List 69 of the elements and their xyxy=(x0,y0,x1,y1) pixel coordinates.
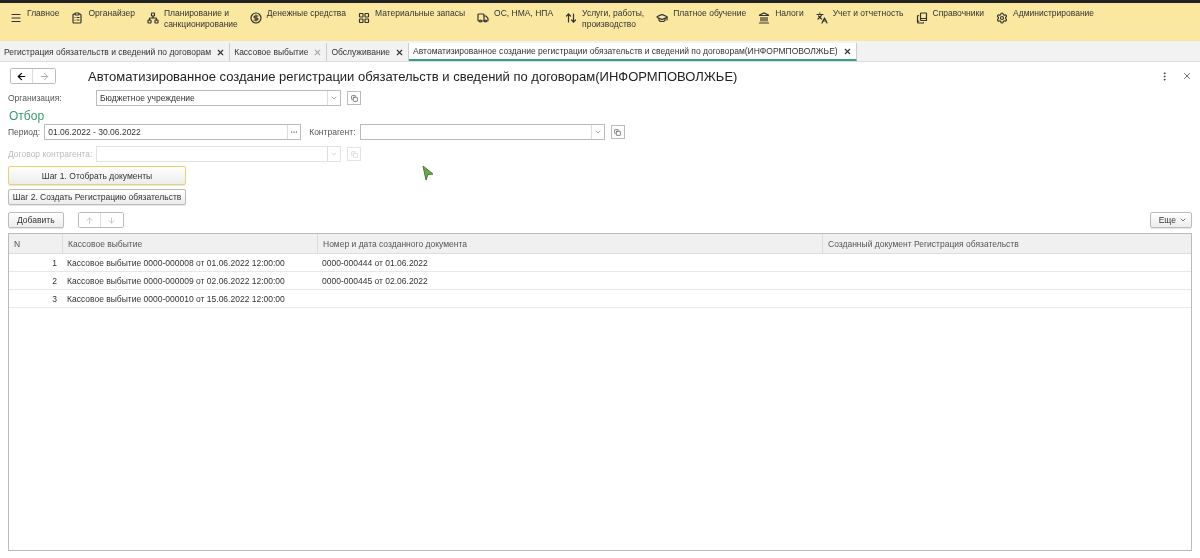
menu-item[interactable]: Планирование и санкционирование xyxy=(146,8,250,30)
section-heading: Отбор xyxy=(9,109,46,123)
column-header: Кассовое выбытие xyxy=(62,234,317,254)
graduation-cap-icon xyxy=(656,12,669,24)
field-label: Организация: xyxy=(8,93,63,103)
field-label: Договор контрагента: xyxy=(8,149,92,159)
table-cell: 0000-000444 от 01.06.2022 xyxy=(317,254,822,272)
back-button[interactable] xyxy=(11,69,33,83)
books-icon xyxy=(915,12,928,24)
caret-icon xyxy=(1179,216,1187,224)
column-header: N xyxy=(9,234,62,254)
building-icon xyxy=(758,12,771,24)
menu-item[interactable]: Платное обучение xyxy=(656,8,759,24)
open-button[interactable] xyxy=(347,91,361,105)
clipboard-icon xyxy=(71,12,84,24)
arrow-left-icon xyxy=(16,70,27,82)
table-cell: 0000-000445 от 02.06.2022 xyxy=(317,272,822,290)
menu-item[interactable]: Услуги, работы, производство xyxy=(565,8,657,30)
cursor-icon xyxy=(422,165,434,181)
field-label: Контрагент: xyxy=(309,127,356,137)
table-cell: 2 xyxy=(9,272,62,290)
period-field[interactable]: 01.06.2022 - 30.06.2022 xyxy=(44,124,302,140)
copy-icon xyxy=(614,128,621,136)
step-two-button[interactable]: Шаг 2. Создать Регистрацию обязательств xyxy=(8,189,186,205)
close-icon[interactable] xyxy=(216,47,226,57)
dropdown-icon[interactable] xyxy=(593,128,602,136)
table-cell: Кассовое выбытие 0000-000008 от 01.06.2022 12:00:00 xyxy=(62,254,317,272)
open-button[interactable] xyxy=(610,125,625,139)
arrows-icon xyxy=(565,12,578,24)
menu-item[interactable]: Материальные запасы xyxy=(358,8,478,24)
menu-item[interactable]: Главное xyxy=(10,8,72,24)
more-button[interactable]: Еще xyxy=(1149,212,1192,228)
close-icon[interactable] xyxy=(395,47,405,57)
menu-item[interactable]: Администрирование xyxy=(996,8,1107,24)
organization-field[interactable]: Бюджетное учреждение xyxy=(96,90,341,106)
ellipsis-icon[interactable] xyxy=(290,128,299,136)
menu-icon xyxy=(10,12,22,24)
copy-icon xyxy=(350,94,358,102)
menu-item[interactable]: Денежные средства xyxy=(249,8,358,24)
field-label: Период: xyxy=(8,127,41,137)
arrow-right-icon xyxy=(38,70,50,82)
table-cell: 1 xyxy=(9,254,62,272)
step-one-button[interactable]: Шаг 1. Отобрать документы xyxy=(8,166,186,185)
translate-icon xyxy=(815,12,828,24)
dropdown-icon[interactable] xyxy=(330,94,338,102)
network-icon xyxy=(146,12,159,24)
form-title: Автоматизированное создание регистрации обязательств и сведений по договорам(ИНФОРМПОВОЛЖЬЕ) xyxy=(88,68,739,84)
column-header: Созданный документ Регистрация обязательств xyxy=(822,234,1191,254)
column-header: Номер и дата созданного документа xyxy=(317,234,822,254)
menu-item[interactable]: ОС, НМА, НПА xyxy=(477,8,566,24)
arrow-down-icon xyxy=(107,215,117,225)
truck-icon xyxy=(477,12,490,24)
table-cell: Кассовое выбытие 0000-000009 от 02.06.2022 12:00:00 xyxy=(62,272,317,290)
grid-icon xyxy=(358,12,370,24)
settings-icon xyxy=(996,12,1008,24)
counterparty-field[interactable] xyxy=(359,124,605,140)
table-cell: Кассовое выбытие 0000-000010 от 15.06.2022 12:00:00 xyxy=(62,290,317,308)
table-cell: 3 xyxy=(9,290,62,308)
tab[interactable]: Автоматизированное создание регистрации обязательств и сведений по договорам(ИНФОРМПОВОЛЖЬЕ) xyxy=(409,43,857,61)
move-up-button[interactable] xyxy=(78,213,101,227)
close-icon[interactable] xyxy=(842,46,852,56)
menu-item[interactable]: Органайзер xyxy=(71,8,147,24)
add-button[interactable]: Добавить xyxy=(8,212,64,228)
menu-item[interactable]: Справочники xyxy=(915,8,996,24)
coin-icon xyxy=(249,12,262,24)
menu-item[interactable]: Налоги xyxy=(758,8,816,24)
arrow-up-icon xyxy=(84,215,94,225)
dropdown-icon xyxy=(330,150,338,158)
menu-item[interactable]: Учет и отчетность xyxy=(815,8,916,24)
